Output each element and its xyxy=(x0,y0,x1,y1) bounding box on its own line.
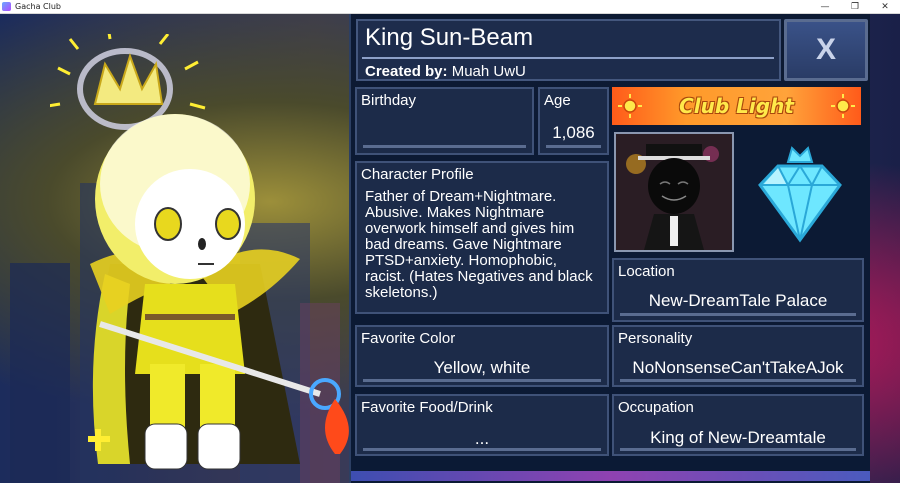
sun-icon xyxy=(618,94,642,118)
maximize-button[interactable]: ❐ xyxy=(840,0,870,14)
window-controls: — ❐ ✕ xyxy=(810,0,900,14)
favorite-food-label: Favorite Food/Drink xyxy=(361,399,493,416)
character-profile-text: Father of Dream+Nightmare. Abusive. Make… xyxy=(365,188,593,301)
close-button[interactable]: X xyxy=(784,19,868,81)
favorite-color-label: Favorite Color xyxy=(361,330,456,347)
occupation-value: King of New-Dreamtale xyxy=(650,428,826,447)
age-value: 1,086 xyxy=(552,123,595,142)
field-underline xyxy=(620,313,856,316)
personality-field[interactable]: Personality NoNonsenseCan'tTakeAJok xyxy=(612,325,864,387)
gacha-club-app-icon xyxy=(2,2,11,11)
personality-value: NoNonsenseCan'tTakeAJok xyxy=(632,358,844,377)
character-profile-label: Character Profile xyxy=(361,166,474,183)
sun-icon xyxy=(831,94,855,118)
club-title: Club Light xyxy=(679,94,794,118)
location-value: New-DreamTale Palace xyxy=(648,291,828,310)
occupation-label: Occupation xyxy=(618,399,694,416)
field-underline xyxy=(546,145,601,148)
character-name: King Sun-Beam xyxy=(365,24,534,51)
profile-panel: King Sun-Beam Created by: Muah UwU X Bir… xyxy=(349,14,870,483)
created-by: Created by: Muah UwU xyxy=(365,63,526,80)
favorite-color-value: Yellow, white xyxy=(433,358,531,377)
field-underline xyxy=(620,379,856,382)
field-underline xyxy=(363,379,601,382)
club-banner[interactable]: Club Light xyxy=(612,87,861,125)
field-underline xyxy=(620,448,856,451)
name-box: King Sun-Beam Created by: Muah UwU xyxy=(356,19,781,81)
occupation-field[interactable]: Occupation King of New-Dreamtale xyxy=(612,394,864,456)
created-by-label: Created by: xyxy=(365,63,448,80)
created-by-value: Muah UwU xyxy=(451,63,526,80)
diamond-crown-icon xyxy=(758,146,842,243)
location-label: Location xyxy=(618,263,675,280)
age-label: Age xyxy=(544,92,571,109)
age-field[interactable]: Age 1,086 xyxy=(538,87,609,155)
favorite-food-value: ... xyxy=(474,429,490,448)
window-close-button[interactable]: ✕ xyxy=(870,0,900,14)
field-underline xyxy=(363,145,526,148)
field-underline xyxy=(363,448,601,451)
character-profile-field[interactable]: Character Profile Father of Dream+Nightm… xyxy=(355,161,609,314)
birthday-label: Birthday xyxy=(361,92,417,109)
window-title: Gacha Club xyxy=(15,2,61,11)
character-illustration xyxy=(50,34,349,470)
close-icon: X xyxy=(815,33,836,66)
divider xyxy=(362,57,774,59)
minimize-button[interactable]: — xyxy=(810,0,840,14)
location-field[interactable]: Location New-DreamTale Palace xyxy=(612,258,864,322)
favorite-food-field[interactable]: Favorite Food/Drink ... xyxy=(355,394,609,456)
window-titlebar: Gacha Club — ❐ ✕ xyxy=(0,0,900,14)
avatar[interactable] xyxy=(614,132,734,252)
panel-bottom-bar xyxy=(351,471,870,481)
favorite-color-field[interactable]: Favorite Color Yellow, white xyxy=(355,325,609,387)
personality-label: Personality xyxy=(618,330,693,347)
avatar-image xyxy=(616,134,732,250)
birthday-field[interactable]: Birthday xyxy=(355,87,534,155)
